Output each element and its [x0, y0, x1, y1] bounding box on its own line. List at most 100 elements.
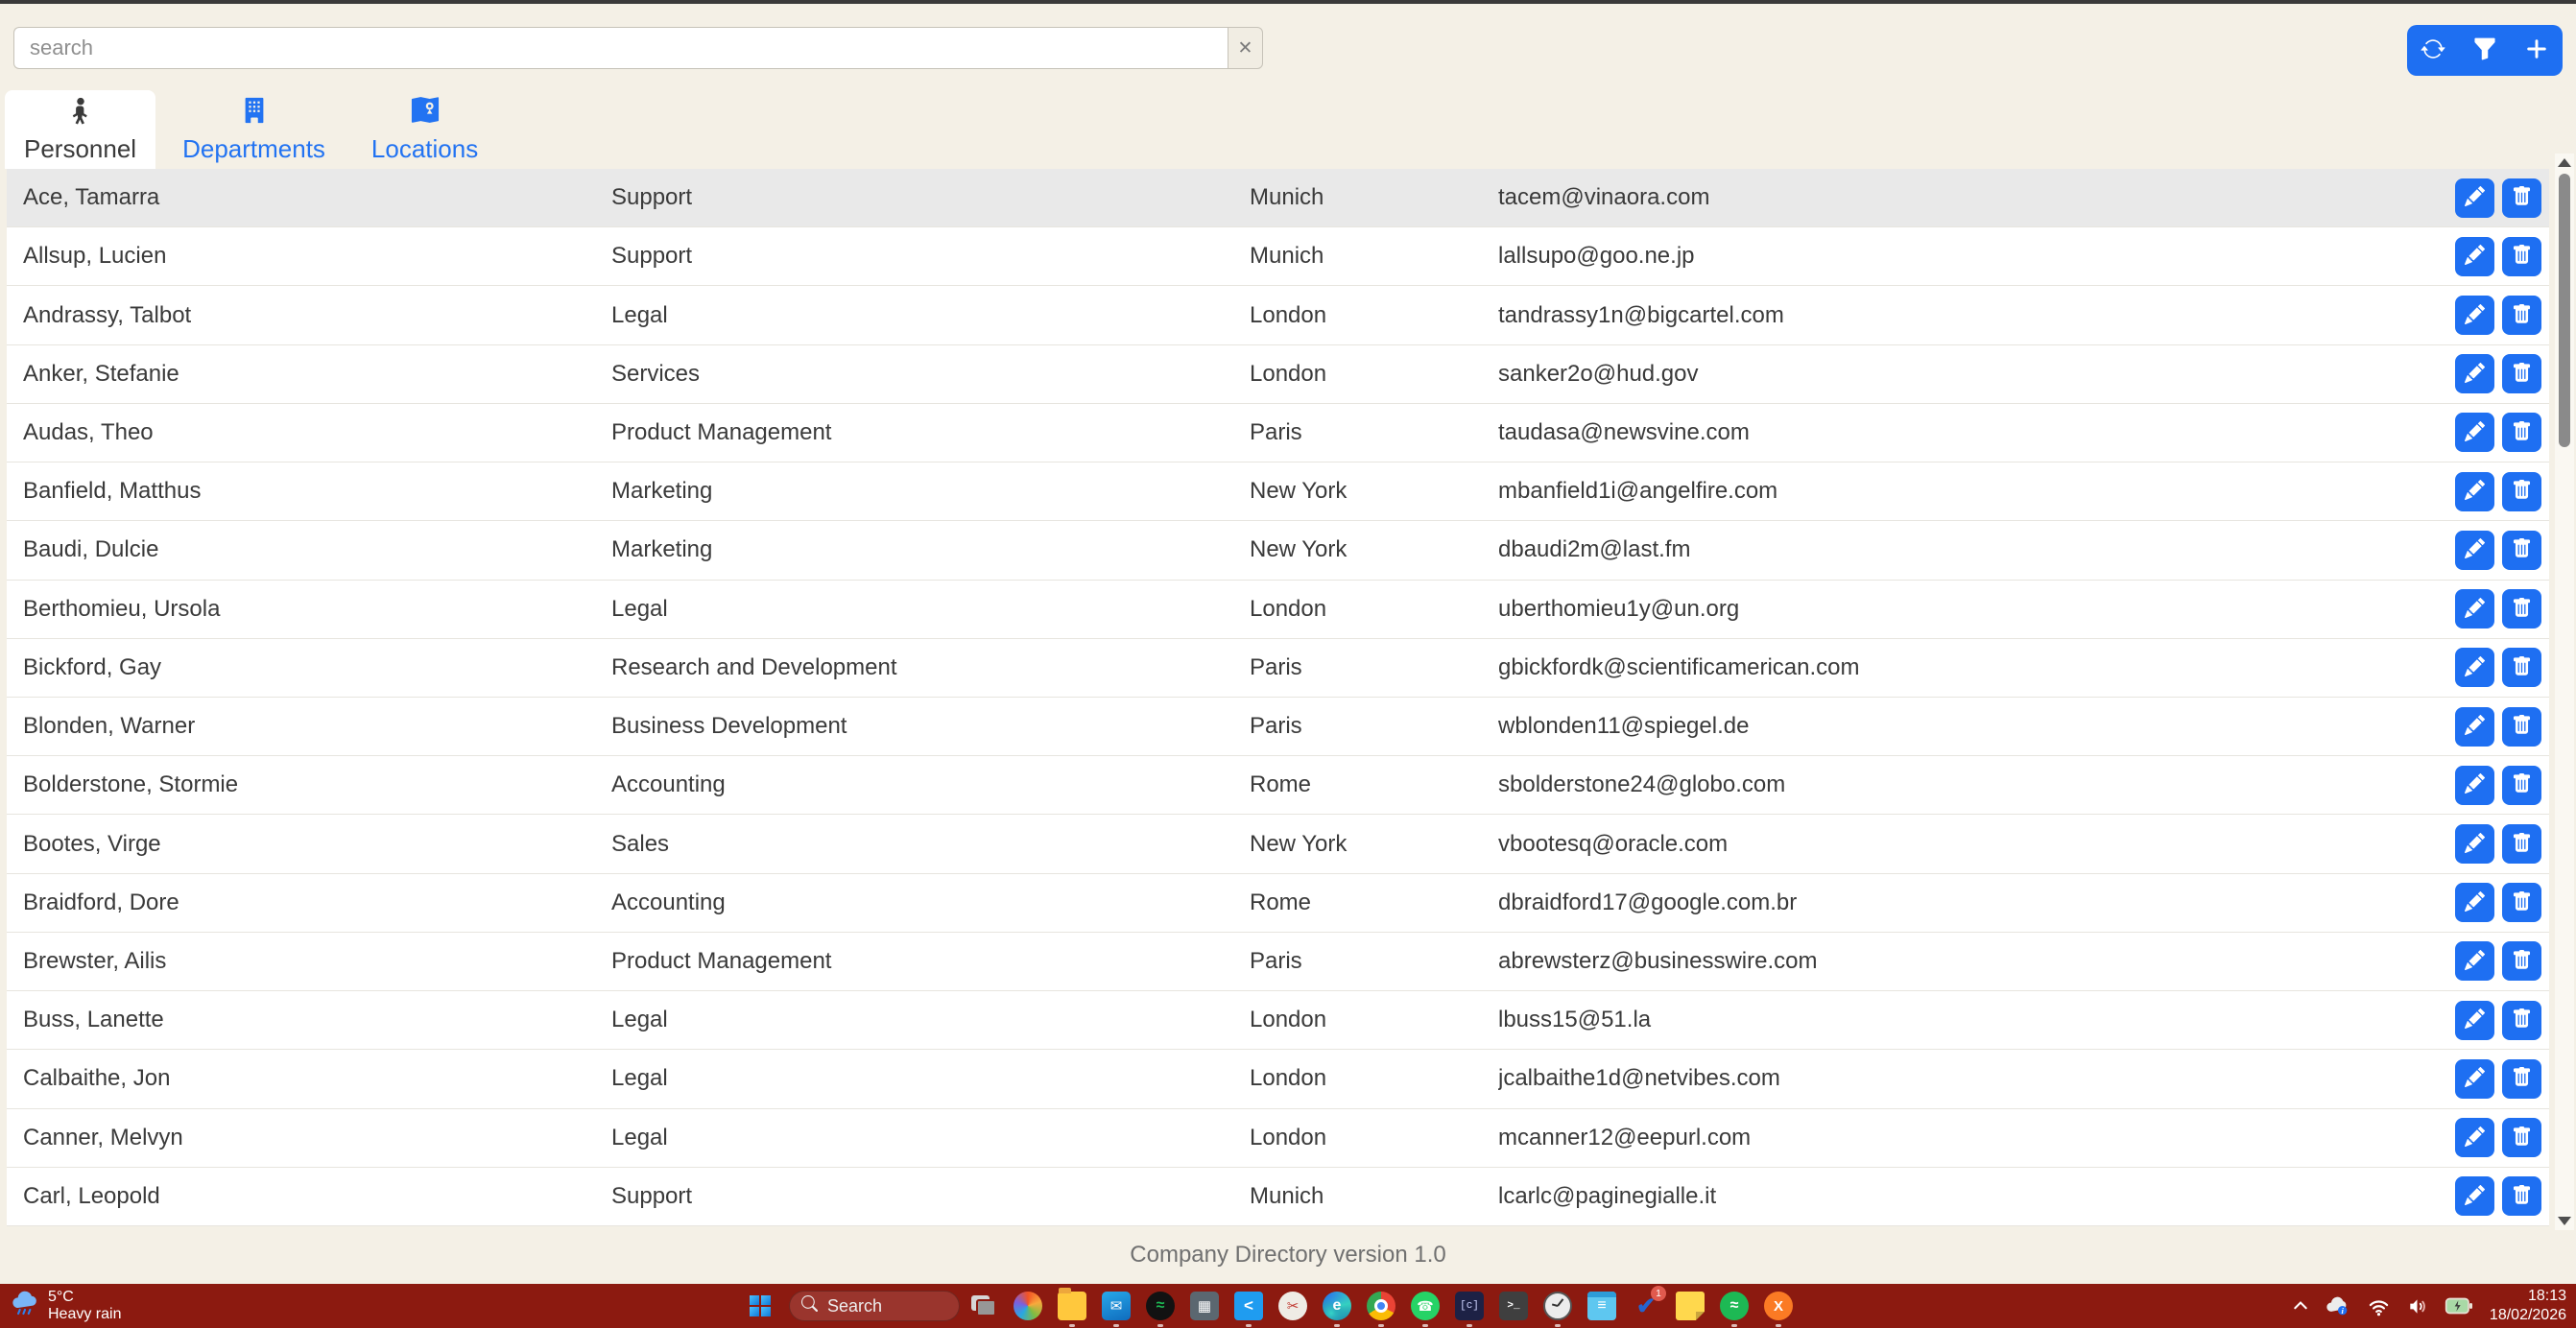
edit-button[interactable]: [2455, 1176, 2494, 1216]
delete-button[interactable]: [2502, 824, 2541, 864]
file-explorer-icon[interactable]: [1058, 1284, 1086, 1328]
table-row[interactable]: Anker, StefanieServicesLondonsanker2o@hu…: [7, 345, 2549, 404]
chevron-up-icon[interactable]: [2293, 1298, 2308, 1314]
task-view-icon[interactable]: [969, 1284, 998, 1328]
clock-icon[interactable]: [1543, 1284, 1572, 1328]
vscode-icon[interactable]: <: [1234, 1284, 1263, 1328]
delete-button[interactable]: [2502, 1001, 2541, 1040]
table-row[interactable]: Bolderstone, StormieAccountingRomesbolde…: [7, 756, 2549, 815]
battery-icon[interactable]: [2445, 1296, 2473, 1316]
dev-console-icon[interactable]: [c]: [1455, 1284, 1484, 1328]
wifi-icon[interactable]: [2368, 1295, 2390, 1317]
person-city: Rome: [1250, 771, 1498, 798]
table-row[interactable]: Allsup, LucienSupportMunichlallsupo@goo.…: [7, 227, 2549, 286]
delete-button[interactable]: [2502, 472, 2541, 511]
delete-button[interactable]: [2502, 1118, 2541, 1157]
table-row[interactable]: Bootes, VirgeSalesNew Yorkvbootesq@oracl…: [7, 815, 2549, 873]
edit-button[interactable]: [2455, 766, 2494, 805]
tab-departments[interactable]: Departments: [163, 90, 345, 169]
delete-button[interactable]: [2502, 237, 2541, 276]
edit-button[interactable]: [2455, 941, 2494, 981]
table-row[interactable]: Blonden, WarnerBusiness DevelopmentParis…: [7, 698, 2549, 756]
edit-button[interactable]: [2455, 296, 2494, 335]
clock-date-display[interactable]: 18:13 18/02/2026: [2490, 1287, 2566, 1325]
onedrive-cloud-icon[interactable]: i: [2325, 1294, 2351, 1317]
table-row[interactable]: Carl, LeopoldSupportMunichlcarlc@pagineg…: [7, 1168, 2549, 1226]
edit-button[interactable]: [2455, 472, 2494, 511]
taskbar-search[interactable]: Search: [789, 1291, 960, 1321]
volume-icon[interactable]: [2406, 1295, 2428, 1317]
delete-button[interactable]: [2502, 296, 2541, 335]
table-row[interactable]: Ace, TamarraSupportMunichtacem@vinaora.c…: [7, 169, 2549, 227]
whatsapp-icon[interactable]: ☎: [1411, 1284, 1440, 1328]
edit-button[interactable]: [2455, 824, 2494, 864]
delete-button[interactable]: [2502, 648, 2541, 687]
table-row[interactable]: Andrassy, TalbotLegalLondontandrassy1n@b…: [7, 286, 2549, 344]
delete-button[interactable]: [2502, 178, 2541, 218]
notepad-icon[interactable]: ≡: [1587, 1284, 1616, 1328]
table-row[interactable]: Berthomieu, UrsolaLegalLondonuberthomieu…: [7, 581, 2549, 639]
start-button[interactable]: [741, 1287, 779, 1325]
person-department: Legal: [611, 1125, 1250, 1151]
weather-widget[interactable]: 5°C Heavy rain: [10, 1284, 121, 1328]
edit-button[interactable]: [2455, 589, 2494, 628]
edit-button[interactable]: [2455, 413, 2494, 452]
edit-button[interactable]: [2455, 237, 2494, 276]
delete-button[interactable]: [2502, 413, 2541, 452]
terminal-icon[interactable]: >_: [1499, 1284, 1528, 1328]
delete-button[interactable]: [2502, 883, 2541, 922]
table-row[interactable]: Audas, TheoProduct ManagementParistaudas…: [7, 404, 2549, 462]
pencil-icon: [2465, 421, 2485, 444]
edit-button[interactable]: [2455, 707, 2494, 747]
copilot-icon[interactable]: [1014, 1284, 1042, 1328]
edit-button[interactable]: [2455, 648, 2494, 687]
delete-button[interactable]: [2502, 354, 2541, 393]
scroll-down-arrow-icon[interactable]: [2558, 1217, 2571, 1225]
tab-personnel[interactable]: Personnel: [5, 90, 155, 169]
vertical-scrollbar[interactable]: [2555, 154, 2574, 1230]
delete-button[interactable]: [2502, 1059, 2541, 1099]
delete-button[interactable]: [2502, 1176, 2541, 1216]
table-row[interactable]: Brewster, AilisProduct ManagementParisab…: [7, 933, 2549, 991]
table-row[interactable]: Buss, LanetteLegalLondonlbuss15@51.la: [7, 991, 2549, 1050]
edit-button[interactable]: [2455, 354, 2494, 393]
refresh-button[interactable]: [2410, 28, 2456, 74]
delete-button[interactable]: [2502, 589, 2541, 628]
calculator-icon[interactable]: ▦: [1190, 1284, 1219, 1328]
table-row[interactable]: Baudi, DulcieMarketingNew Yorkdbaudi2m@l…: [7, 521, 2549, 580]
todo-icon[interactable]: ✔1: [1632, 1284, 1660, 1328]
delete-button[interactable]: [2502, 531, 2541, 570]
person-city: London: [1250, 1125, 1498, 1151]
add-button[interactable]: [2514, 28, 2560, 74]
sticky-notes-icon[interactable]: [1676, 1284, 1705, 1328]
snipping-tool-icon[interactable]: ✂: [1278, 1284, 1307, 1328]
edit-button[interactable]: [2455, 531, 2494, 570]
filter-button[interactable]: [2462, 28, 2508, 74]
search-clear-button[interactable]: ✕: [1228, 27, 1263, 69]
table-row[interactable]: Calbaithe, JonLegalLondonjcalbaithe1d@ne…: [7, 1050, 2549, 1108]
delete-button[interactable]: [2502, 941, 2541, 981]
table-row[interactable]: Banfield, MatthusMarketingNew Yorkmbanfi…: [7, 462, 2549, 521]
edit-button[interactable]: [2455, 1118, 2494, 1157]
search-input[interactable]: [13, 27, 1228, 69]
delete-button[interactable]: [2502, 766, 2541, 805]
table-row[interactable]: Braidford, DoreAccountingRomedbraidford1…: [7, 874, 2549, 933]
tab-locations[interactable]: Locations: [352, 90, 497, 169]
spotify-green-icon[interactable]: ≈: [1720, 1284, 1749, 1328]
scroll-up-arrow-icon[interactable]: [2558, 158, 2571, 167]
person-name: Berthomieu, Ursola: [23, 596, 611, 623]
edge-icon[interactable]: e: [1323, 1284, 1351, 1328]
edit-button[interactable]: [2455, 178, 2494, 218]
chrome-icon[interactable]: [1367, 1284, 1395, 1328]
table-row[interactable]: Bickford, GayResearch and DevelopmentPar…: [7, 639, 2549, 698]
spotify-icon[interactable]: ≈: [1146, 1284, 1175, 1328]
xampp-icon[interactable]: X: [1764, 1284, 1793, 1328]
edit-button[interactable]: [2455, 1001, 2494, 1040]
running-indicator: [1334, 1324, 1340, 1327]
scrollbar-thumb[interactable]: [2559, 174, 2570, 447]
table-row[interactable]: Canner, MelvynLegalLondonmcanner12@eepur…: [7, 1109, 2549, 1168]
edit-button[interactable]: [2455, 1059, 2494, 1099]
edit-button[interactable]: [2455, 883, 2494, 922]
delete-button[interactable]: [2502, 707, 2541, 747]
outlook-icon[interactable]: ✉: [1102, 1284, 1131, 1328]
